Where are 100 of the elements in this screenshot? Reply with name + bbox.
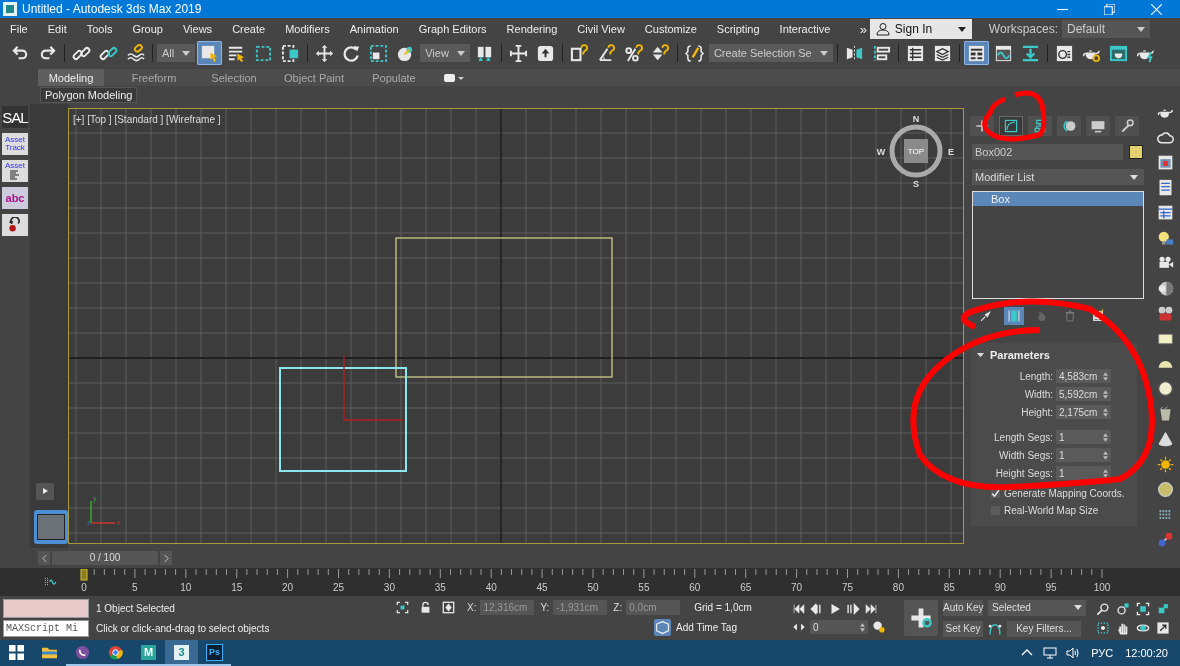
play-button[interactable] <box>36 483 54 500</box>
sign-in-button[interactable]: Sign In <box>869 19 972 39</box>
spinner-arrows-icon[interactable] <box>1103 407 1108 417</box>
panel-tab[interactable] <box>1115 116 1139 136</box>
auto-key-button[interactable]: Auto Key <box>943 599 983 616</box>
close-icon[interactable] <box>1151 3 1162 15</box>
menu-item[interactable]: Graph Editors <box>408 23 497 35</box>
set-key-text-button[interactable]: Set Key <box>943 620 983 637</box>
toolbar-dropdown[interactable]: View <box>420 44 470 62</box>
menu-item[interactable]: File <box>0 23 38 35</box>
timeline-ruler[interactable] <box>80 569 1103 581</box>
language-indicator[interactable]: РУС <box>1091 647 1114 659</box>
zoom-extents-icon[interactable] <box>1136 601 1150 616</box>
cube-icon[interactable] <box>1156 601 1170 616</box>
tangent-icon[interactable] <box>988 621 1002 636</box>
spinner-field[interactable]: 1 <box>1056 430 1111 444</box>
ball-icon[interactable] <box>1155 480 1175 498</box>
ribbon-tab[interactable]: Modeling <box>38 69 104 86</box>
object-name-field[interactable]: Box002 <box>972 144 1123 160</box>
menu-item[interactable]: Animation <box>339 23 409 35</box>
first-frame-icon[interactable] <box>792 602 806 616</box>
network-icon[interactable] <box>1043 647 1058 659</box>
spinner-field[interactable]: 5,592cm <box>1056 387 1111 401</box>
view-compass[interactable] <box>889 124 943 178</box>
spinner-field[interactable]: 1 <box>1056 448 1111 462</box>
toolbar-button[interactable] <box>197 41 223 65</box>
panel-tab[interactable] <box>999 116 1023 136</box>
box-outline[interactable] <box>279 367 407 472</box>
collapse-icon[interactable] <box>977 351 984 359</box>
spinner-arrows-icon[interactable] <box>860 622 865 632</box>
spinner-arrows-icon[interactable] <box>1103 432 1108 442</box>
script-button[interactable]: Asset Track <box>2 133 28 155</box>
ribbon-tab[interactable]: Populate <box>354 69 434 86</box>
workspaces-dropdown[interactable]: Default <box>1062 20 1150 38</box>
menu-item[interactable]: Tools <box>76 23 123 35</box>
rollout-title[interactable]: Parameters <box>990 349 1050 361</box>
volume-icon[interactable] <box>1066 647 1081 659</box>
spinner-arrows-icon[interactable] <box>1103 468 1108 478</box>
maximize-icon[interactable] <box>1156 620 1170 635</box>
key-filters-button[interactable]: Key Filters... <box>1007 620 1081 637</box>
menu-item[interactable]: Customize <box>634 23 707 35</box>
next-frame-icon[interactable] <box>846 602 860 616</box>
spinner-arrows-icon[interactable] <box>1103 389 1108 399</box>
isolate-icon[interactable] <box>396 601 409 614</box>
menu-item[interactable]: Civil View <box>567 23 635 35</box>
toolbar-dropdown[interactable]: Create Selection Se <box>708 44 833 62</box>
viewport-label[interactable]: [+] [Top ] [Standard ] [Wireframe ] <box>73 114 221 125</box>
box-outline[interactable] <box>395 237 613 378</box>
taskbar-app[interactable]: 3 <box>165 640 198 666</box>
ribbon-options-icon[interactable] <box>444 73 464 83</box>
clock[interactable]: 12:00:20 <box>1125 647 1168 659</box>
spinner-arrows-icon[interactable] <box>1103 450 1108 460</box>
current-frame-field[interactable]: 0 <box>810 620 868 634</box>
zoom-all-icon[interactable] <box>1116 601 1130 616</box>
menu-item[interactable]: Modifiers <box>275 23 340 35</box>
viewport-layout-thumbnail[interactable] <box>34 510 68 544</box>
stack-item[interactable]: Box <box>973 192 1143 206</box>
menu-item[interactable]: Views <box>172 23 223 35</box>
taskbar-app[interactable]: Ps <box>198 640 231 666</box>
sal-button[interactable]: SAL <box>2 106 28 128</box>
last-frame-icon[interactable] <box>864 602 878 616</box>
menu-item[interactable]: Interactive <box>769 23 841 35</box>
maxscript-field[interactable]: MAXScript Mi <box>3 620 89 637</box>
time-configuration-icon[interactable] <box>872 620 886 634</box>
menu-item[interactable]: Group <box>122 23 173 35</box>
lock-icon[interactable] <box>419 601 432 614</box>
spinner-field[interactable]: 1 <box>1056 466 1111 480</box>
panel-tab[interactable] <box>1086 116 1110 136</box>
modifier-list-dropdown[interactable]: Modifier List <box>972 169 1144 185</box>
key-mode-dropdown[interactable]: Selected <box>988 599 1086 616</box>
previous-frame-button[interactable] <box>38 551 50 565</box>
set-key-button[interactable] <box>904 600 938 636</box>
toolbar-button[interactable] <box>963 41 989 65</box>
menu-item[interactable]: Scripting <box>706 23 770 35</box>
sphere-icon[interactable] <box>1155 380 1175 398</box>
panel-tab[interactable] <box>1057 116 1081 136</box>
ribbon-panel-label[interactable]: Polygon Modeling <box>40 87 138 103</box>
menu-item[interactable]: Edit <box>37 23 77 35</box>
field-of-view-icon[interactable] <box>1096 620 1110 635</box>
undo-ball-button[interactable] <box>2 214 28 236</box>
object-color-swatch[interactable] <box>1129 145 1143 159</box>
sun-icon[interactable] <box>1155 455 1175 473</box>
add-time-tag-button[interactable]: Add Time Tag <box>654 619 737 636</box>
asset-list-button[interactable]: Asset <box>2 160 28 182</box>
spinner-arrows-icon[interactable] <box>1103 371 1108 381</box>
script-button[interactable]: abc <box>2 187 28 209</box>
menu-item[interactable]: Create <box>222 23 276 35</box>
ribbon-tab[interactable]: Freeform <box>114 69 194 86</box>
restore-icon[interactable] <box>1104 3 1115 15</box>
absolute-mode-icon[interactable] <box>442 601 455 614</box>
checkbox[interactable] <box>991 489 1000 498</box>
menu-item[interactable]: Rendering <box>496 23 568 35</box>
toolbar-dropdown[interactable]: All <box>157 44 196 62</box>
time-slider-thumb[interactable]: 0 / 100 <box>52 551 158 565</box>
overflow-button[interactable]: » <box>859 21 867 37</box>
previous-frame-icon[interactable] <box>810 602 824 616</box>
spinner-field[interactable]: 2,175cm <box>1056 405 1111 419</box>
zoom-icon[interactable] <box>1096 601 1110 616</box>
next-frame-button[interactable] <box>160 551 172 565</box>
ribbon-tab[interactable]: Object Paint <box>274 69 354 86</box>
